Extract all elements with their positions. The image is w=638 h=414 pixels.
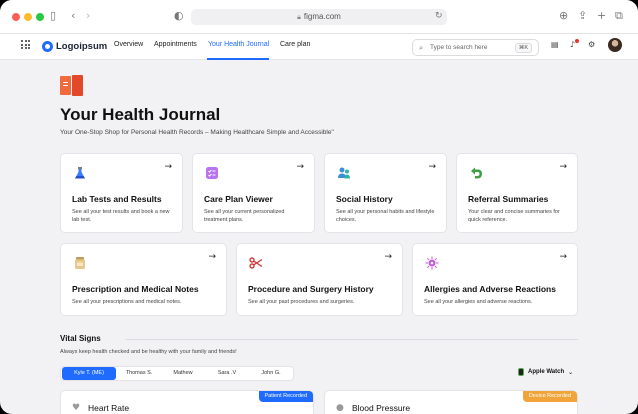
drop-icon: ● <box>336 403 344 413</box>
address-bar[interactable]: 🔒︎ figma.com <box>191 9 447 25</box>
maximize-window-button[interactable] <box>36 13 44 21</box>
pill-bottle-icon <box>75 257 85 269</box>
logo-text: Logoipsum <box>56 40 108 52</box>
referral-arrow-icon <box>471 167 482 179</box>
sidebar-toggle-icon[interactable]: ▯ <box>50 9 56 23</box>
new-tab-icon[interactable]: + <box>597 9 606 23</box>
chevron-down-icon: ⌄ <box>568 368 574 376</box>
card-referral-summaries[interactable]: → Referral Summaries Your clear and conc… <box>456 153 578 233</box>
device-selector[interactable]: Apple Watch ⌄ <box>518 368 573 376</box>
status-badge: Device Recorded <box>522 391 577 402</box>
journal-book-icon <box>60 75 84 96</box>
card-description: See all your personal habits and lifesty… <box>336 209 435 223</box>
card-allergies[interactable]: → Allergies and Adverse Reactions See al… <box>412 243 578 316</box>
checklist-icon <box>206 167 218 179</box>
heart-icon: ♥ <box>72 403 81 413</box>
blood-pressure-card[interactable]: Device Recorded ● Blood Pressure <box>324 390 578 414</box>
device-name: Apple Watch <box>528 369 565 375</box>
notification-dot <box>575 39 579 43</box>
share-icon[interactable]: ⇪ <box>578 9 587 23</box>
search-placeholder: Type to search here <box>430 44 488 51</box>
forward-icon[interactable]: › <box>86 9 90 23</box>
download-icon[interactable]: ⊕ <box>559 9 568 23</box>
reload-icon[interactable]: ↻ <box>435 9 443 23</box>
card-description: See all your test results and book a new… <box>72 209 170 223</box>
gear-icon[interactable]: ⚙ <box>588 40 595 49</box>
card-title: Social History <box>336 194 393 204</box>
card-description: See all your prescriptions and medical n… <box>72 299 182 305</box>
tab-sara[interactable]: Sara .V <box>206 367 248 380</box>
back-icon[interactable]: ‹ <box>71 9 75 23</box>
chat-icon[interactable]: ▤ <box>551 40 559 49</box>
url-text: figma.com <box>303 12 341 21</box>
vital-signs-title: Vital Signs <box>60 334 101 343</box>
card-title: Procedure and Surgery History <box>248 284 374 294</box>
logo-mark-icon <box>42 40 53 52</box>
arrow-right-icon: → <box>428 162 436 172</box>
arrow-right-icon: → <box>559 162 567 172</box>
card-prescription-notes[interactable]: → Prescription and Medical Notes See all… <box>60 243 227 316</box>
page-subtitle: Your One-Stop Shop for Personal Health R… <box>60 129 334 136</box>
search-input[interactable]: ⌕ Type to search here ⌘K <box>412 39 539 56</box>
vital-name: Heart Rate <box>88 403 130 413</box>
card-care-plan-viewer[interactable]: → Care Plan Viewer See all your current … <box>192 153 315 233</box>
card-description: See all your allergies and adverse react… <box>424 299 533 305</box>
nav-appointments[interactable]: Appointments <box>154 41 197 48</box>
card-social-history[interactable]: → Social History See all your personal h… <box>324 153 447 233</box>
nav-care-plan[interactable]: Care plan <box>280 41 310 48</box>
card-description: See all your current personalized treatm… <box>204 209 285 223</box>
arrow-right-icon: → <box>296 162 304 172</box>
arrow-right-icon: → <box>384 252 392 262</box>
scissors-icon <box>249 257 263 269</box>
section-divider <box>125 339 578 340</box>
people-icon <box>338 167 350 179</box>
lock-icon: 🔒︎ <box>297 13 301 21</box>
app-navbar: Logoipsum Overview Appointments Your Hea… <box>0 34 638 60</box>
tab-john[interactable]: John G. <box>250 367 292 380</box>
page-title: Your Health Journal <box>60 105 221 124</box>
family-member-tabs: Kyle T. (ME) Thomas S. Mathew Sara .V Jo… <box>60 366 294 381</box>
card-description: Your clear and concise summaries for qui… <box>468 209 560 223</box>
card-title: Allergies and Adverse Reactions <box>424 284 556 294</box>
browser-window: ▯ ‹ › ◐ 🔒︎ figma.com ↻ ⊕ ⇪ + ⧉ Logoipsum … <box>0 0 638 414</box>
card-title: Referral Summaries <box>468 194 549 204</box>
arrow-right-icon: → <box>208 252 216 262</box>
flask-icon <box>75 167 85 179</box>
nav-your-health-journal[interactable]: Your Health Journal <box>208 41 269 48</box>
vital-signs-subtitle: Always keep health checked and be health… <box>60 349 237 355</box>
close-window-button[interactable] <box>12 13 20 21</box>
card-title: Lab Tests and Results <box>72 194 162 204</box>
allergen-icon <box>425 256 439 270</box>
browser-toolbar: ▯ ‹ › ◐ 🔒︎ figma.com ↻ ⊕ ⇪ + ⧉ <box>0 0 638 34</box>
arrow-right-icon: → <box>559 252 567 262</box>
search-shortcut-badge: ⌘K <box>514 43 532 53</box>
tab-thomas[interactable]: Thomas S. <box>118 367 160 380</box>
main-content: Your Health Journal Your One-Stop Shop f… <box>0 60 638 414</box>
card-lab-tests[interactable]: → Lab Tests and Results See all your tes… <box>60 153 183 233</box>
search-icon: ⌕ <box>419 43 424 52</box>
tabs-overview-icon[interactable]: ⧉ <box>615 9 623 23</box>
watch-icon <box>518 368 524 376</box>
tab-mathew[interactable]: Mathew <box>162 367 204 380</box>
heart-rate-card[interactable]: Patient Recorded ♥ Heart Rate <box>60 390 314 414</box>
card-title: Prescription and Medical Notes <box>72 284 199 294</box>
card-procedure-surgery[interactable]: → Procedure and Surgery History See all … <box>236 243 403 316</box>
avatar[interactable] <box>608 38 622 52</box>
nav-overview[interactable]: Overview <box>114 41 143 48</box>
minimize-window-button[interactable] <box>24 13 32 21</box>
card-title: Care Plan Viewer <box>204 194 273 204</box>
arrow-right-icon: → <box>164 162 172 172</box>
vital-name: Blood Pressure <box>352 403 411 413</box>
card-description: See all your past procedures and surgeri… <box>248 299 355 305</box>
logo[interactable]: Logoipsum <box>42 38 107 54</box>
status-badge: Patient Recorded <box>258 391 313 402</box>
apps-grid-icon[interactable] <box>21 40 30 49</box>
shield-icon[interactable]: ◐ <box>174 9 184 23</box>
tab-kyle[interactable]: Kyle T. (ME) <box>62 367 116 380</box>
